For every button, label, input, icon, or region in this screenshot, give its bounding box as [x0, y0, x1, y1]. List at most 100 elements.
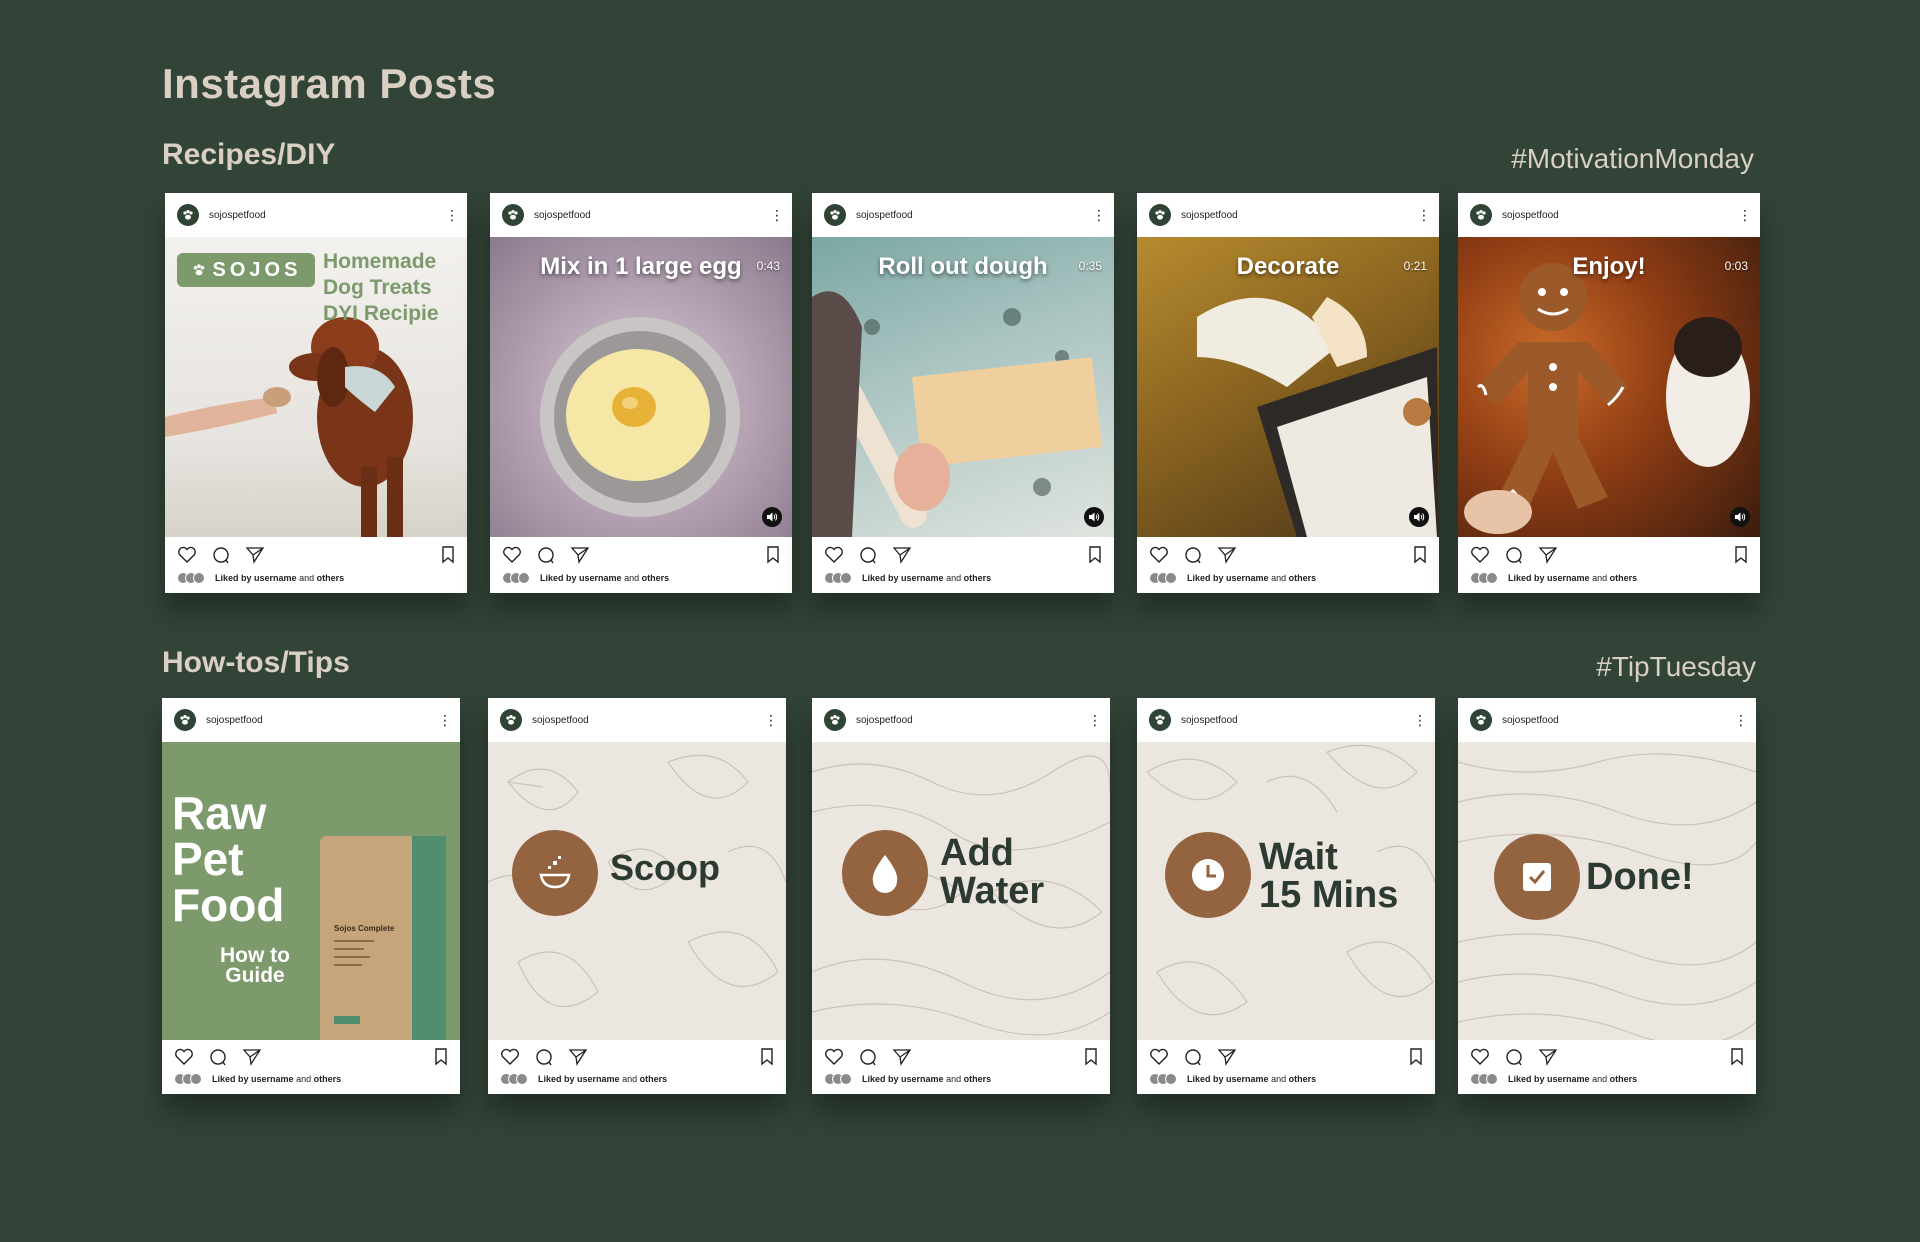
more-options-icon[interactable]: ⋮ — [445, 208, 459, 222]
post-tip-scoop[interactable]: sojospetfood ⋮ Scoop Liked by username a… — [488, 698, 786, 1094]
liked-user[interactable]: username — [254, 573, 297, 583]
username[interactable]: sojospetfood — [532, 715, 764, 726]
bookmark-icon[interactable] — [1409, 1048, 1423, 1066]
liked-others[interactable]: others — [1289, 573, 1317, 583]
liked-user[interactable]: username — [579, 573, 622, 583]
post-video-roll-dough[interactable]: sojospetfood ⋮ Roll out dough 0:35 Liked… — [812, 193, 1114, 593]
video-frame-decorate[interactable]: Decorate 0:21 — [1137, 237, 1439, 537]
username[interactable]: sojospetfood — [1181, 210, 1417, 221]
sound-icon[interactable] — [1084, 507, 1104, 527]
comment-icon[interactable] — [536, 546, 556, 564]
username[interactable]: sojospetfood — [1181, 715, 1413, 726]
post-tip-wait[interactable]: sojospetfood ⋮ Wait 15 Mins Liked by use… — [1137, 698, 1435, 1094]
paw-avatar-icon[interactable] — [1149, 204, 1171, 226]
more-options-icon[interactable]: ⋮ — [438, 713, 452, 727]
liked-others[interactable]: others — [317, 573, 345, 583]
more-options-icon[interactable]: ⋮ — [770, 208, 784, 222]
heart-icon[interactable] — [824, 546, 844, 564]
more-options-icon[interactable]: ⋮ — [764, 713, 778, 727]
liked-others[interactable]: others — [964, 1074, 992, 1084]
comment-icon[interactable] — [1504, 1048, 1524, 1066]
post-tip-add-water[interactable]: sojospetfood ⋮ Add Water Liked by userna… — [812, 698, 1110, 1094]
paw-avatar-icon[interactable] — [177, 204, 199, 226]
share-icon[interactable] — [892, 546, 912, 564]
more-options-icon[interactable]: ⋮ — [1413, 713, 1427, 727]
username[interactable]: sojospetfood — [1502, 715, 1734, 726]
post-recipe-cover[interactable]: sojospetfood ⋮ SOJOS Homemade Dog Treats… — [165, 193, 467, 593]
liked-user[interactable]: username — [901, 1074, 944, 1084]
username[interactable]: sojospetfood — [1502, 210, 1738, 221]
liked-others[interactable]: others — [640, 1074, 668, 1084]
liked-user[interactable]: username — [1226, 1074, 1269, 1084]
sound-icon[interactable] — [1730, 507, 1750, 527]
comment-icon[interactable] — [1183, 1048, 1203, 1066]
share-icon[interactable] — [1217, 546, 1237, 564]
more-options-icon[interactable]: ⋮ — [1088, 713, 1102, 727]
more-options-icon[interactable]: ⋮ — [1417, 208, 1431, 222]
share-icon[interactable] — [242, 1048, 262, 1066]
heart-icon[interactable] — [177, 546, 197, 564]
liked-others[interactable]: others — [314, 1074, 342, 1084]
username[interactable]: sojospetfood — [856, 715, 1088, 726]
liked-others[interactable]: others — [1289, 1074, 1317, 1084]
liked-others[interactable]: others — [1610, 573, 1638, 583]
paw-avatar-icon[interactable] — [1470, 204, 1492, 226]
comment-icon[interactable] — [858, 1048, 878, 1066]
username[interactable]: sojospetfood — [534, 210, 770, 221]
share-icon[interactable] — [1538, 1048, 1558, 1066]
share-icon[interactable] — [1217, 1048, 1237, 1066]
post-video-enjoy[interactable]: sojospetfood ⋮ Enjoy! 0:03 Liked by user… — [1458, 193, 1760, 593]
share-icon[interactable] — [1538, 546, 1558, 564]
heart-icon[interactable] — [502, 546, 522, 564]
sound-icon[interactable] — [1409, 507, 1429, 527]
comment-icon[interactable] — [534, 1048, 554, 1066]
post-guide-cover[interactable]: sojospetfood ⋮ Raw Pet Food How to Guide… — [162, 698, 460, 1094]
comment-icon[interactable] — [1183, 546, 1203, 564]
video-frame-roll-dough[interactable]: Roll out dough 0:35 — [812, 237, 1114, 537]
paw-avatar-icon[interactable] — [824, 204, 846, 226]
post-tip-done[interactable]: sojospetfood ⋮ Done! Liked by username a… — [1458, 698, 1756, 1094]
post-video-mix-egg[interactable]: sojospetfood ⋮ Mix in 1 large egg 0:43 L… — [490, 193, 792, 593]
more-options-icon[interactable]: ⋮ — [1738, 208, 1752, 222]
paw-avatar-icon[interactable] — [1149, 709, 1171, 731]
paw-avatar-icon[interactable] — [502, 204, 524, 226]
liked-user[interactable]: username — [1547, 1074, 1590, 1084]
share-icon[interactable] — [245, 546, 265, 564]
paw-avatar-icon[interactable] — [824, 709, 846, 731]
sound-icon[interactable] — [762, 507, 782, 527]
username[interactable]: sojospetfood — [856, 210, 1092, 221]
paw-avatar-icon[interactable] — [500, 709, 522, 731]
comment-icon[interactable] — [1504, 546, 1524, 564]
username[interactable]: sojospetfood — [209, 210, 445, 221]
share-icon[interactable] — [570, 546, 590, 564]
bookmark-icon[interactable] — [1730, 1048, 1744, 1066]
bookmark-icon[interactable] — [441, 546, 455, 564]
heart-icon[interactable] — [1149, 546, 1169, 564]
liked-others[interactable]: others — [642, 573, 670, 583]
comment-icon[interactable] — [211, 546, 231, 564]
bookmark-icon[interactable] — [1088, 546, 1102, 564]
liked-user[interactable]: username — [1226, 573, 1269, 583]
bookmark-icon[interactable] — [434, 1048, 448, 1066]
more-options-icon[interactable]: ⋮ — [1734, 713, 1748, 727]
share-icon[interactable] — [568, 1048, 588, 1066]
heart-icon[interactable] — [174, 1048, 194, 1066]
liked-others[interactable]: others — [1610, 1074, 1638, 1084]
liked-user[interactable]: username — [577, 1074, 620, 1084]
video-frame-enjoy[interactable]: Enjoy! 0:03 — [1458, 237, 1760, 537]
bookmark-icon[interactable] — [1084, 1048, 1098, 1066]
liked-user[interactable]: username — [251, 1074, 294, 1084]
heart-icon[interactable] — [1149, 1048, 1169, 1066]
post-video-decorate[interactable]: sojospetfood ⋮ Decorate 0:21 Liked by us… — [1137, 193, 1439, 593]
heart-icon[interactable] — [1470, 546, 1490, 564]
liked-user[interactable]: username — [1547, 573, 1590, 583]
bookmark-icon[interactable] — [760, 1048, 774, 1066]
more-options-icon[interactable]: ⋮ — [1092, 208, 1106, 222]
liked-user[interactable]: username — [901, 573, 944, 583]
liked-others[interactable]: others — [964, 573, 992, 583]
video-frame-mix-egg[interactable]: Mix in 1 large egg 0:43 — [490, 237, 792, 537]
bookmark-icon[interactable] — [1734, 546, 1748, 564]
heart-icon[interactable] — [824, 1048, 844, 1066]
username[interactable]: sojospetfood — [206, 715, 438, 726]
share-icon[interactable] — [892, 1048, 912, 1066]
